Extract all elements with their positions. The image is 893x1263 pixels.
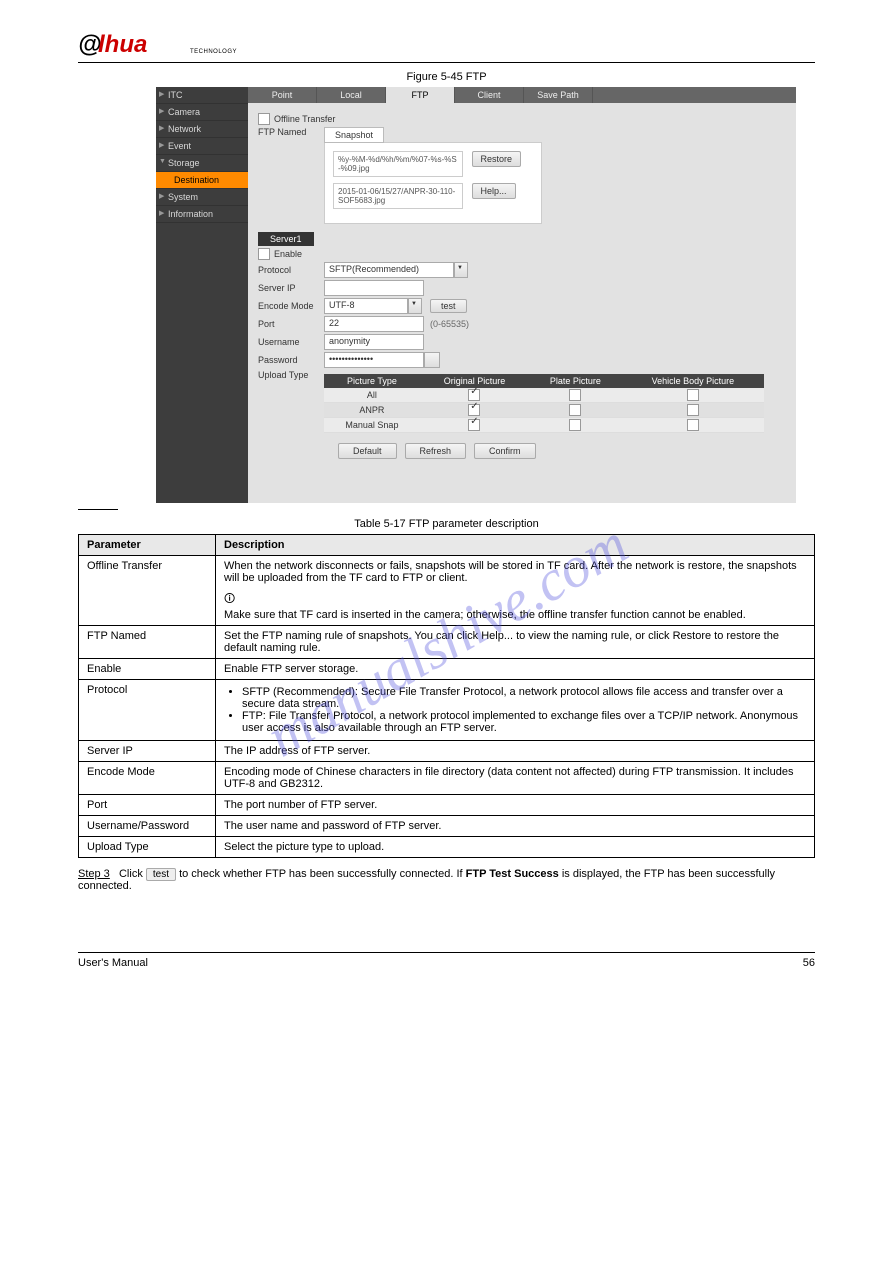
checkbox[interactable] bbox=[687, 404, 699, 416]
port-label: Port bbox=[258, 319, 324, 329]
sidebar-sub-destination[interactable]: Destination bbox=[156, 172, 248, 189]
encode-mode-select[interactable]: UTF-8 bbox=[324, 298, 408, 314]
sidebar-item-itc[interactable]: ITC bbox=[156, 87, 248, 104]
naming-rule-field[interactable]: %y-%M-%d/%h/%m/%07-%s-%S-%09.jpg bbox=[333, 151, 463, 177]
sidebar-item-storage[interactable]: Storage bbox=[156, 155, 248, 172]
sidebar-item-network[interactable]: Network bbox=[156, 121, 248, 138]
col-parameter: Parameter bbox=[79, 535, 216, 556]
confirm-button[interactable]: Confirm bbox=[474, 443, 536, 459]
figure-caption: Figure 5-45 FTP bbox=[78, 71, 815, 83]
tab-client[interactable]: Client bbox=[455, 87, 524, 103]
tab-local[interactable]: Local bbox=[317, 87, 386, 103]
table-row: Server IP The IP address of FTP server. bbox=[79, 741, 815, 762]
col-description: Description bbox=[216, 535, 815, 556]
note-icon: 🛈 bbox=[224, 593, 235, 605]
username-label: Username bbox=[258, 337, 324, 347]
checkbox[interactable] bbox=[687, 389, 699, 401]
server1-tab[interactable]: Server1 bbox=[258, 232, 314, 246]
checkbox[interactable] bbox=[569, 404, 581, 416]
offline-transfer-label: Offline Transfer bbox=[274, 114, 335, 124]
upload-type-label: Upload Type bbox=[258, 370, 324, 380]
table-row: Upload Type Select the picture type to u… bbox=[79, 837, 815, 858]
server-ip-label: Server IP bbox=[258, 283, 324, 293]
table-row: ANPR bbox=[324, 403, 764, 418]
password-label: Password bbox=[258, 355, 324, 365]
footer: User's Manual 56 bbox=[78, 952, 815, 969]
checkbox[interactable] bbox=[569, 389, 581, 401]
table-row: Port The port number of FTP server. bbox=[79, 795, 815, 816]
col-picture-type: Picture Type bbox=[324, 374, 420, 388]
refresh-button[interactable]: Refresh bbox=[405, 443, 467, 459]
checkbox[interactable] bbox=[468, 389, 480, 401]
sidebar-item-event[interactable]: Event bbox=[156, 138, 248, 155]
snapshot-panel: %y-%M-%d/%h/%m/%07-%s-%S-%09.jpg Restore… bbox=[324, 142, 542, 224]
param-table: Parameter Description Offline Transfer W… bbox=[78, 534, 815, 858]
chevron-down-icon[interactable] bbox=[454, 262, 468, 278]
svg-text:lhua: lhua bbox=[98, 31, 147, 58]
snapshot-tab[interactable]: Snapshot bbox=[324, 127, 384, 143]
offline-transfer-checkbox[interactable] bbox=[258, 113, 270, 125]
footer-left: User's Manual bbox=[78, 957, 148, 969]
password-input[interactable]: •••••••••••••• bbox=[324, 352, 424, 368]
table-row: Offline Transfer When the network discon… bbox=[79, 556, 815, 626]
upload-type-table: Picture Type Original Picture Plate Pict… bbox=[324, 374, 764, 433]
col-plate-picture: Plate Picture bbox=[529, 374, 622, 388]
ftp-named-label: FTP Named bbox=[258, 127, 324, 137]
encode-mode-label: Encode Mode bbox=[258, 301, 324, 311]
screenshot: ITC Camera Network Event Storage Destina… bbox=[156, 87, 796, 503]
sidebar-item-information[interactable]: Information bbox=[156, 206, 248, 223]
table-row: All bbox=[324, 388, 764, 403]
chevron-down-icon[interactable] bbox=[408, 298, 422, 314]
sidebar-item-system[interactable]: System bbox=[156, 189, 248, 206]
checkbox[interactable] bbox=[468, 404, 480, 416]
sidebar-item-camera[interactable]: Camera bbox=[156, 104, 248, 121]
checkbox[interactable] bbox=[569, 419, 581, 431]
logo-tagline: TECHNOLOGY bbox=[190, 49, 237, 55]
checkbox[interactable] bbox=[687, 419, 699, 431]
sidebar: ITC Camera Network Event Storage Destina… bbox=[156, 87, 248, 503]
table-row: FTP Named Set the FTP naming rule of sna… bbox=[79, 626, 815, 659]
table-row: Encode Mode Encoding mode of Chinese cha… bbox=[79, 762, 815, 795]
footer-page: 56 bbox=[803, 957, 815, 969]
help-button[interactable]: Help... bbox=[472, 183, 516, 199]
tab-bar: Point Local FTP Client Save Path bbox=[248, 87, 796, 103]
eye-icon[interactable] bbox=[424, 352, 440, 368]
table-row: Manual Snap bbox=[324, 418, 764, 433]
restore-button[interactable]: Restore bbox=[472, 151, 522, 167]
test-button[interactable]: test bbox=[430, 299, 467, 313]
step-3: Step 3 Click test to check whether FTP h… bbox=[78, 868, 815, 892]
checkbox[interactable] bbox=[468, 419, 480, 431]
protocol-label: Protocol bbox=[258, 265, 324, 275]
username-input[interactable]: anonymity bbox=[324, 334, 424, 350]
enable-label: Enable bbox=[274, 249, 302, 259]
default-button[interactable]: Default bbox=[338, 443, 397, 459]
table-row: Enable Enable FTP server storage. bbox=[79, 659, 815, 680]
col-vehicle-body-picture: Vehicle Body Picture bbox=[622, 374, 764, 388]
table-row: Username/Password The user name and pass… bbox=[79, 816, 815, 837]
brand-logo: @ lhua TECHNOLOGY bbox=[78, 30, 815, 63]
enable-checkbox[interactable] bbox=[258, 248, 270, 260]
tab-save-path[interactable]: Save Path bbox=[524, 87, 593, 103]
server-ip-input[interactable] bbox=[324, 280, 424, 296]
table-row: Protocol SFTP (Recommended): Secure File… bbox=[79, 680, 815, 741]
port-hint: (0-65535) bbox=[430, 319, 469, 329]
naming-example-field: 2015-01-06/15/27/ANPR-30-110-SOF5683.jpg bbox=[333, 183, 463, 209]
tab-point[interactable]: Point bbox=[248, 87, 317, 103]
test-button-inline: test bbox=[146, 868, 176, 881]
protocol-select[interactable]: SFTP(Recommended) bbox=[324, 262, 454, 278]
table-caption: Table 5-17 FTP parameter description bbox=[78, 518, 815, 530]
tab-ftp[interactable]: FTP bbox=[386, 87, 455, 103]
port-input[interactable]: 22 bbox=[324, 316, 424, 332]
